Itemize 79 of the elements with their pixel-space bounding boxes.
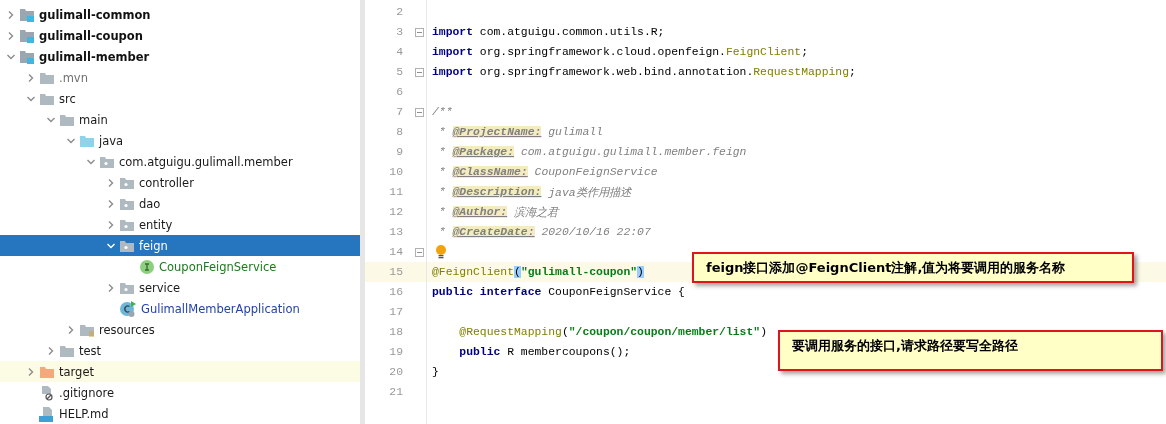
code-text: * @ProjectName: gulimall bbox=[437, 125, 603, 140]
tree-item[interactable]: gulimall-member bbox=[0, 46, 360, 67]
tree-item[interactable]: entity bbox=[0, 214, 360, 235]
line-number: 6 bbox=[395, 86, 404, 98]
line-number: 11 bbox=[388, 186, 404, 198]
line-number: 3 bbox=[395, 26, 404, 38]
fold-marker-icon[interactable] bbox=[414, 67, 424, 77]
tree-item[interactable]: feign bbox=[0, 235, 360, 256]
fold-marker-icon[interactable] bbox=[414, 247, 424, 257]
chevron-icon[interactable] bbox=[106, 198, 116, 209]
tree-item[interactable]: HELP.md bbox=[0, 403, 360, 424]
chevron-icon[interactable] bbox=[106, 219, 116, 230]
line-number: 14 bbox=[388, 246, 404, 258]
module-folder-icon bbox=[19, 6, 35, 23]
line-number: 21 bbox=[388, 386, 404, 398]
fold-marker-icon[interactable] bbox=[414, 107, 424, 117]
code-text: @RequestMapping("/coupon/coupon/member/list") bbox=[458, 325, 767, 340]
line-number: 15 bbox=[388, 266, 404, 278]
line-number: 13 bbox=[388, 226, 404, 238]
tree-item[interactable]: gulimall-common bbox=[0, 4, 360, 25]
line-number: 8 bbox=[395, 126, 404, 138]
chevron-icon[interactable] bbox=[26, 72, 36, 83]
line-number: 17 bbox=[388, 306, 404, 318]
chevron-icon[interactable] bbox=[46, 345, 56, 356]
chevron-icon[interactable] bbox=[6, 30, 16, 41]
callout-note: feign接口添加@FeignClient注解,值为将要调用的服务名称 bbox=[692, 252, 1134, 283]
tree-item[interactable]: controller bbox=[0, 172, 360, 193]
line-number: 18 bbox=[388, 326, 404, 338]
callout-note: 要调用服务的接口,请求路径要写全路径 bbox=[778, 330, 1163, 371]
code-text: public R membercoupons(); bbox=[458, 345, 631, 360]
tree-item[interactable]: .gitignore bbox=[0, 382, 360, 403]
line-number: 9 bbox=[395, 146, 404, 158]
spring-app-class-icon bbox=[119, 299, 137, 318]
line-number: 7 bbox=[395, 106, 404, 118]
tree-item[interactable]: target bbox=[0, 361, 360, 382]
tree-item[interactable]: gulimall-coupon bbox=[0, 25, 360, 46]
code-text: * @Description: java类作用描述 bbox=[437, 185, 631, 201]
line-number: 10 bbox=[388, 166, 404, 178]
code-text: import com.atguigu.common.utils.R; bbox=[431, 25, 665, 40]
markdown-file-icon bbox=[39, 405, 55, 422]
chevron-icon[interactable] bbox=[106, 177, 116, 188]
chevron-icon[interactable] bbox=[66, 324, 76, 335]
tree-item[interactable]: service bbox=[0, 277, 360, 298]
line-number: 2 bbox=[395, 6, 404, 18]
line-number: 12 bbox=[388, 206, 404, 218]
chevron-icon[interactable] bbox=[106, 282, 116, 293]
line-number: 5 bbox=[395, 66, 404, 78]
tree-item[interactable]: main bbox=[0, 109, 360, 130]
code-text: * @Author: 滨海之君 bbox=[437, 205, 559, 221]
ignored-file-icon bbox=[39, 384, 55, 401]
tree-item[interactable]: CouponFeignService bbox=[0, 256, 360, 277]
code-text: * @CreateDate: 2020/10/16 22:07 bbox=[437, 225, 651, 240]
tree-item[interactable]: src bbox=[0, 88, 360, 109]
line-number: 19 bbox=[388, 346, 404, 358]
tree-item[interactable]: GulimallMemberApplication bbox=[0, 298, 360, 319]
line-number: 16 bbox=[388, 286, 404, 298]
fold-marker-icon[interactable] bbox=[414, 27, 424, 37]
interface-icon bbox=[139, 258, 155, 275]
code-text: * @Package: com.atguigu.gulimall.member.feign bbox=[437, 145, 747, 160]
tree-item[interactable]: com.atguigu.gulimall.member bbox=[0, 151, 360, 172]
code-text: @FeignClient("gulimall-coupon") bbox=[431, 265, 644, 280]
tree-item[interactable]: test bbox=[0, 340, 360, 361]
code-text: import org.springframework.web.bind.annotation.RequestMapping; bbox=[431, 65, 856, 80]
line-number: 4 bbox=[395, 46, 404, 58]
lightbulb-icon[interactable] bbox=[435, 244, 447, 260]
tree-item[interactable]: java bbox=[0, 130, 360, 151]
tree-item[interactable]: .mvn bbox=[0, 67, 360, 88]
line-number: 20 bbox=[388, 366, 404, 378]
code-text: import org.springframework.cloud.openfeign.FeignClient; bbox=[431, 45, 808, 60]
tree-item[interactable]: resources bbox=[0, 319, 360, 340]
module-folder-icon bbox=[19, 48, 35, 65]
code-text: /** bbox=[431, 105, 453, 120]
chevron-icon[interactable] bbox=[26, 366, 36, 377]
chevron-icon[interactable] bbox=[6, 9, 16, 20]
code-text: } bbox=[431, 365, 439, 380]
code-text: public interface CouponFeignService { bbox=[431, 285, 685, 300]
module-folder-icon bbox=[19, 27, 35, 44]
code-text: * @ClassName: CouponFeignService bbox=[437, 165, 658, 180]
tree-item[interactable]: dao bbox=[0, 193, 360, 214]
